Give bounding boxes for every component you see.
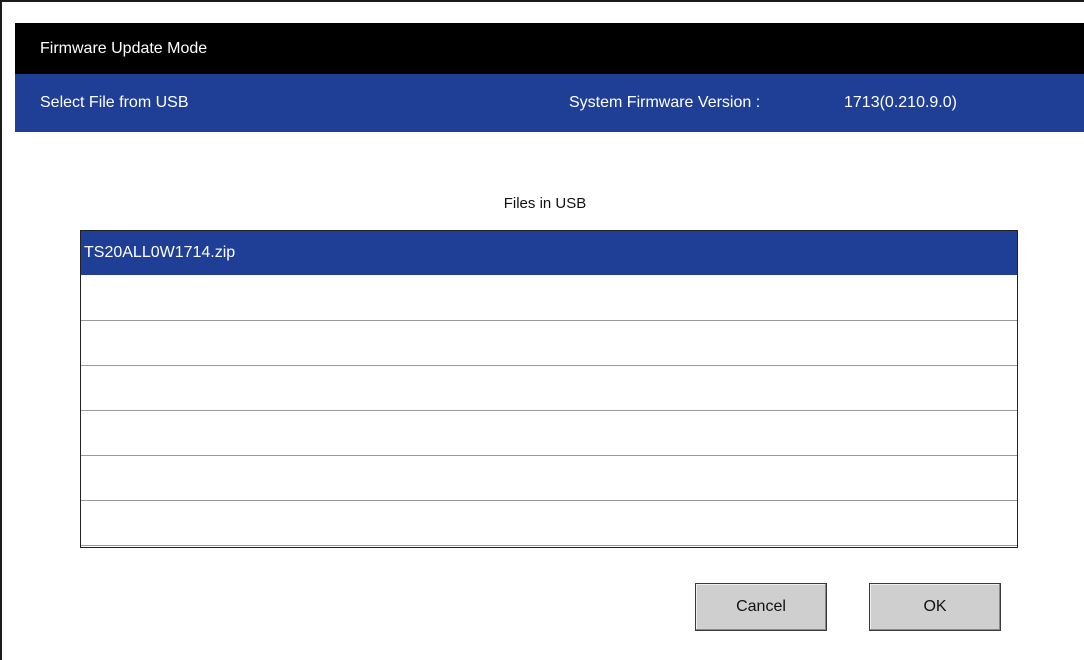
- outer-top-border: [0, 0, 1084, 2]
- file-row[interactable]: [81, 501, 1017, 546]
- select-file-label: Select File from USB: [40, 94, 189, 111]
- cancel-button[interactable]: Cancel: [695, 583, 827, 631]
- file-row[interactable]: [81, 456, 1017, 501]
- window-title: Firmware Update Mode: [40, 40, 208, 57]
- ok-button[interactable]: OK: [869, 583, 1001, 631]
- file-row[interactable]: [81, 276, 1017, 321]
- file-row[interactable]: [81, 411, 1017, 456]
- firmware-version-label: System Firmware Version :: [569, 94, 761, 111]
- title-bar: Firmware Update Mode: [15, 23, 1084, 74]
- file-row[interactable]: [81, 366, 1017, 411]
- usb-file-list[interactable]: TS20ALL0W1714.zip: [80, 230, 1018, 548]
- file-row[interactable]: [81, 321, 1017, 366]
- firmware-version-value: 1713(0.210.9.0): [844, 94, 957, 111]
- sub-header-bar: Select File from USB System Firmware Ver…: [15, 74, 1084, 132]
- firmware-update-screen: Firmware Update Mode Select File from US…: [0, 0, 1084, 660]
- file-row-selected[interactable]: TS20ALL0W1714.zip: [81, 231, 1017, 276]
- files-in-usb-heading: Files in USB: [503, 195, 587, 212]
- outer-left-border: [0, 0, 2, 660]
